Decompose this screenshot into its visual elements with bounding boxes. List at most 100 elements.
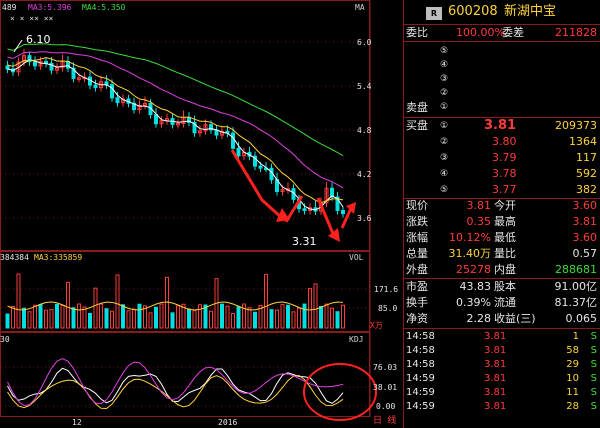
candle-body xyxy=(341,209,345,215)
stock-name: 新湖中宝 xyxy=(504,4,557,19)
volume-bar xyxy=(313,283,318,329)
fundamental-label: 流通 xyxy=(494,296,516,309)
volume-bar xyxy=(176,305,180,329)
stock-code: 600208 xyxy=(448,4,498,19)
order-diff-value: 211828 xyxy=(555,26,597,39)
stat-label: 涨跌 xyxy=(406,215,428,228)
stat-label: 外盘 xyxy=(406,263,428,276)
kdj-d-line xyxy=(7,375,344,409)
fundamental-label: 股本 xyxy=(494,280,516,293)
trend-arrow-head xyxy=(328,228,340,242)
kdj-j-line xyxy=(7,358,344,407)
volume-bar xyxy=(330,307,334,329)
volume-bar xyxy=(253,311,257,329)
tick-volume: 58 xyxy=(566,345,579,356)
tick-price: 3.81 xyxy=(484,373,507,384)
tick-price: 3.81 xyxy=(484,387,507,398)
volume-bar xyxy=(121,304,125,329)
buy-level-volume: 592 xyxy=(576,167,597,180)
volume-bar xyxy=(104,308,109,329)
stat-value: 3.60 xyxy=(572,199,598,212)
tick-side: S xyxy=(590,401,597,412)
stat-label: 最低 xyxy=(494,231,516,244)
volume-bar xyxy=(154,306,158,329)
volume-bar xyxy=(77,303,81,329)
tick-side: S xyxy=(590,359,597,370)
period-selector[interactable]: 日 线 xyxy=(373,417,396,426)
stat-label: 总量 xyxy=(406,247,428,260)
volume-bar xyxy=(93,287,98,329)
fundamental-value: 91.00亿 xyxy=(554,280,598,293)
buy-level-row: ② 3.80 1364 xyxy=(404,134,600,150)
high-price-annotation: 6.10 xyxy=(26,33,51,46)
low-price-annotation: 3.31 xyxy=(292,235,317,248)
stat-row: 涨幅 10.12% 最低 3.60 xyxy=(404,230,600,246)
tick-volume: 10 xyxy=(566,373,579,384)
volume-bar xyxy=(126,310,131,329)
sell-orders: ⑤ ④ ③ ② ① 卖盘 xyxy=(404,44,600,116)
order-diff-label: 委差 xyxy=(502,26,524,39)
fundamental-value: 81.37亿 xyxy=(554,296,598,309)
fundamental-value: 0.39% xyxy=(456,296,491,309)
buy-level-marker: ② xyxy=(440,137,449,147)
stat-value: 288681 xyxy=(555,263,597,276)
volume-bar xyxy=(82,306,87,329)
volume-bar xyxy=(16,273,21,329)
buy-level-marker: ① xyxy=(440,121,449,131)
fundamental-value: 2.28 xyxy=(466,312,492,325)
volume-bar xyxy=(192,310,197,329)
fundamental-label: 市盈 xyxy=(406,280,428,293)
stat-row: 现价 3.81 今开 3.60 xyxy=(404,198,600,214)
volume-bar xyxy=(49,309,54,329)
fundamental-label: 净资 xyxy=(406,312,428,325)
ma-cross-marks: × × ×× ×× xyxy=(10,14,54,23)
stat-value: 3.81 xyxy=(466,199,492,212)
volume-bar xyxy=(335,311,340,329)
volume-bar xyxy=(198,304,202,329)
volume-bar xyxy=(137,303,142,329)
buy-level-row: 买盘 ① 3.81 209373 xyxy=(404,118,600,134)
sell-level-marker: ② xyxy=(440,88,449,98)
kline-chart-svg[interactable] xyxy=(0,0,402,428)
candle-body xyxy=(33,61,37,67)
x-axis-label: 2016 xyxy=(218,418,238,427)
volume-bar xyxy=(225,305,230,329)
buy-level-marker: ③ xyxy=(440,153,449,163)
fundamental-row: 换手 0.39% 流通 81.37亿 xyxy=(404,295,600,311)
volume-bar xyxy=(269,309,274,329)
buy-level-row: ⑤ 3.77 382 xyxy=(404,182,600,198)
tick-side: S xyxy=(590,345,597,356)
sell-side-label: 卖盘 xyxy=(406,101,428,114)
price-axis-tick: 6.0 xyxy=(357,38,372,47)
volume-bar xyxy=(231,312,235,329)
ma-panel-label: MA xyxy=(355,3,365,12)
tick-price: 3.81 xyxy=(484,331,507,342)
tick-time: 14:58 xyxy=(406,331,435,342)
volume-bar xyxy=(170,312,175,329)
volume-bar xyxy=(27,311,32,329)
volume-bar xyxy=(302,303,307,329)
volume-bar xyxy=(5,313,10,329)
fundamental-value: 43.83 xyxy=(459,280,492,293)
volume-bar xyxy=(209,310,213,329)
kdj-k-line xyxy=(7,367,344,404)
price-axis-tick: 5.4 xyxy=(357,82,372,91)
tick-time: 14:58 xyxy=(406,359,435,370)
highlight-circle xyxy=(303,363,377,421)
ma-line-magenta xyxy=(7,51,344,189)
kline-chart-area[interactable]: 489 MA3:5.396 MA4:5.350 × × ×× ×× MA 6.0… xyxy=(0,0,402,428)
order-ratio-value: 100.00% xyxy=(456,26,505,39)
stat-value: 3.81 xyxy=(572,215,598,228)
stock-badge[interactable]: R xyxy=(426,7,442,20)
volume-unit-label: X万 xyxy=(370,321,383,330)
kdj-panel-label: KDJ xyxy=(349,335,364,344)
candle-body xyxy=(236,147,241,157)
kdj-axis-tick: 38.01 xyxy=(373,383,398,392)
price-axis-tick: 3.6 xyxy=(357,214,372,223)
tick-time: 14:59 xyxy=(406,373,435,384)
volume-bar xyxy=(22,307,26,329)
tick-price: 3.81 xyxy=(484,359,507,370)
stat-value: 0.57 xyxy=(572,247,598,260)
volume-bar xyxy=(291,311,296,329)
tick-time: 14:59 xyxy=(406,401,435,412)
